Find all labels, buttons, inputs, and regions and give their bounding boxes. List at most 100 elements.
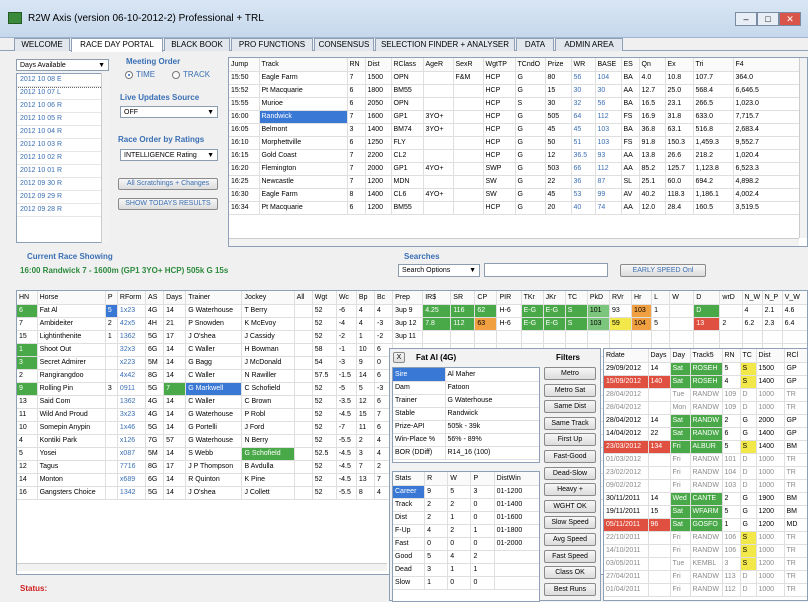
filter-button[interactable]: Class OK [544, 566, 596, 580]
form-row[interactable]: 14/04/2012 22 Sat RANDW 6 G 1400 GP [604, 427, 807, 441]
live-updates-dropdown[interactable]: OFF ▼ [120, 106, 218, 118]
meeting-order-time-radio[interactable]: TIME [125, 70, 155, 79]
runners-column-header[interactable]: W [669, 291, 695, 305]
tab-pro-functions[interactable]: PRO FUNCTIONS [231, 38, 313, 51]
races-column-header[interactable]: SexR [453, 58, 484, 72]
races-column-header[interactable]: Prize [545, 58, 572, 72]
tab-black-book[interactable]: BLACK BOOK [164, 38, 230, 51]
runners-column-header[interactable]: TKr [521, 291, 544, 305]
form-row[interactable]: 28/04/2012 Tue RANDW 109 D 1000 TR [604, 388, 807, 402]
days-list[interactable]: 2012 10 08 E 2012 10 07 L 2012 10 06 R 2012… [16, 73, 109, 243]
form-column-header[interactable]: Day [670, 349, 691, 363]
runners-column-header[interactable]: V_W [782, 291, 807, 305]
runner-row[interactable]: 7 Ambideiter 2 42x5 4H 21 P Snowden K McEvoy 52-… [17, 317, 807, 331]
filter-button[interactable]: First Up [544, 433, 596, 447]
filter-button[interactable]: WGHT OK [544, 499, 596, 513]
filter-button[interactable]: Dead-Slow [544, 466, 596, 480]
runners-column-header[interactable]: N_W [742, 291, 763, 305]
runners-column-header[interactable]: wrD [719, 291, 743, 305]
runners-column-header[interactable]: D [693, 291, 721, 305]
runner-row[interactable]: 15 Lightinthenite 1 1362 5G 17 J O'shea J Cassi… [17, 330, 807, 344]
filter-button[interactable]: Same Dist [544, 400, 596, 414]
form-row[interactable]: 29/09/2012 14 Sat ROSEH 5 S 1500 GP [604, 362, 807, 376]
races-column-header[interactable]: WR [571, 58, 596, 72]
runners-column-header[interactable]: Prep [392, 291, 424, 305]
form-column-header[interactable]: Days [648, 349, 671, 363]
tab-data[interactable]: DATA [516, 38, 554, 51]
runners-column-header[interactable]: All [294, 291, 313, 305]
day-list-item[interactable]: 2012 10 05 R [17, 113, 108, 126]
stats-column-header[interactable]: Stats [393, 472, 426, 486]
race-row[interactable]: 16:15 Gold Coast 7 2200 CL2 HCP G 12 36.5 93 AA 13.… [229, 149, 807, 163]
stats-column-header[interactable]: DistWin [494, 472, 539, 486]
runners-column-header[interactable]: RVr [609, 291, 633, 305]
runners-column-header[interactable]: Trainer [185, 291, 243, 305]
minimize-button[interactable]: – [735, 12, 757, 26]
filter-button[interactable]: Metro Sat [544, 383, 596, 397]
all-scratchings-button[interactable]: All Scratchings + Changes [118, 178, 218, 190]
stats-row[interactable]: Good 5 4 2 [393, 550, 539, 564]
form-row[interactable]: 22/10/2011 Fri RANDW 106 S 1000 TR [604, 531, 807, 545]
stats-row[interactable]: Dist 2 1 0 01-1600 [393, 511, 539, 525]
runners-column-header[interactable]: TC [565, 291, 588, 305]
runners-column-header[interactable]: PIR [496, 291, 522, 305]
runners-column-header[interactable]: PkD [587, 291, 610, 305]
stats-row[interactable]: Fast 0 0 0 01-2000 [393, 537, 539, 551]
race-row[interactable]: 15:55 Murioe 6 2050 OPN HCP S 30 32 56 BA 16.5 23.1 2… [229, 97, 807, 111]
form-row[interactable]: 05/11/2011 96 Sat GOSFO 1 G 1200 MD [604, 518, 807, 532]
maximize-button[interactable]: □ [757, 12, 779, 26]
races-column-header[interactable]: TCndO [515, 58, 546, 72]
day-list-item[interactable]: 2012 10 04 R [17, 126, 108, 139]
races-column-header[interactable]: Qn [639, 58, 666, 72]
runners-column-header[interactable]: Bc [374, 291, 394, 305]
races-column-header[interactable]: Dist [365, 58, 392, 72]
runners-column-header[interactable]: RForm [117, 291, 147, 305]
runners-column-header[interactable]: HN [17, 291, 38, 305]
form-row[interactable]: 09/02/2012 Fri RANDW 103 D 1000 TR [604, 479, 807, 493]
runners-column-header[interactable]: Wc [336, 291, 357, 305]
race-row[interactable]: 16:34 Pt Macquarie 6 1200 BM55 HCP G 20 40 74 AA 12… [229, 201, 807, 215]
runners-column-header[interactable]: Hr [631, 291, 653, 305]
race-row[interactable]: 16:00 Randwick 7 1600 GP1 3YO+ HCP G 505 64 112 FS 1… [229, 110, 807, 124]
days-scrollbar[interactable] [101, 73, 109, 243]
races-scrollbar-h[interactable] [229, 238, 799, 246]
form-row[interactable]: 30/11/2011 14 Wed CANTE 2 G 1900 BM [604, 492, 807, 506]
stats-row[interactable]: Track 2 2 0 01-1400 [393, 498, 539, 512]
form-row[interactable]: 15/09/2012 140 Sat ROSEH 4 S 1400 GP [604, 375, 807, 389]
meeting-order-track-radio[interactable]: TRACK [172, 70, 210, 79]
filter-button[interactable]: Heavy + [544, 483, 596, 497]
form-row[interactable]: 19/11/2011 15 Sat WFARM 5 G 1200 BM [604, 505, 807, 519]
form-row[interactable]: 01/04/2011 Fri RANDW 112 D 1000 TR [604, 583, 807, 597]
tab-race-day-portal[interactable]: RACE DAY PORTAL [71, 38, 163, 52]
form-row[interactable]: 27/04/2011 Fri RANDW 113 D 1000 TR [604, 570, 807, 584]
day-list-item[interactable]: 2012 09 28 R [17, 204, 108, 217]
stats-column-header[interactable]: R [424, 472, 449, 486]
form-row[interactable]: 28/04/2012 Mon RANDW 109 D 1000 TR [604, 401, 807, 415]
close-window-button[interactable]: ✕ [779, 12, 801, 26]
form-row[interactable]: 14/10/2011 Fri RANDW 106 S 1000 TR [604, 544, 807, 558]
day-list-item[interactable]: 2012 10 08 E [17, 74, 108, 88]
race-order-dropdown[interactable]: INTELLIGENCE Rating ▼ [120, 149, 218, 161]
day-list-item[interactable]: 2012 10 07 L [17, 87, 108, 100]
race-row[interactable]: 16:10 Morphettville 6 1250 FLY HCP G 50 51 103 FS 9… [229, 136, 807, 150]
form-column-header[interactable]: RN [722, 349, 741, 363]
tab-selection-finder[interactable]: SELECTION FINDER + ANALYSER [375, 38, 515, 51]
race-row[interactable]: 15:52 Pt Macquarie 6 1800 BM55 HCP G 15 30 30 AA 12… [229, 84, 807, 98]
form-row[interactable]: 23/03/2012 134 Fri ALBUR 5 S 1400 BM [604, 440, 807, 454]
stats-column-header[interactable]: P [470, 472, 495, 486]
filter-button[interactable]: Metro [544, 367, 596, 380]
stats-row[interactable]: Career 9 5 3 01-1200 [393, 485, 539, 499]
day-list-item[interactable]: 2012 10 03 R [17, 139, 108, 152]
search-options-dropdown[interactable]: Search Options ▼ [398, 264, 480, 277]
stats-row[interactable]: F-Up 4 2 1 01-1800 [393, 524, 539, 538]
filter-button[interactable]: Best Runs [544, 582, 596, 596]
form-row[interactable]: 01/03/2012 Fri RANDW 101 D 1000 TR [604, 453, 807, 467]
race-row[interactable]: 15:50 Eagle Farm 7 1500 OPN F&M HCP G 80 56 104 BA 4… [229, 71, 807, 85]
tab-welcome[interactable]: WELCOME [14, 38, 70, 51]
races-column-header[interactable]: ES [621, 58, 640, 72]
days-available-dropdown[interactable]: Days Available ▼ [16, 59, 109, 71]
runners-column-header[interactable]: N_P [762, 291, 783, 305]
runners-column-header[interactable]: IR$ [422, 291, 452, 305]
runners-column-header[interactable]: P [105, 291, 118, 305]
races-column-header[interactable]: AgeR [423, 58, 454, 72]
